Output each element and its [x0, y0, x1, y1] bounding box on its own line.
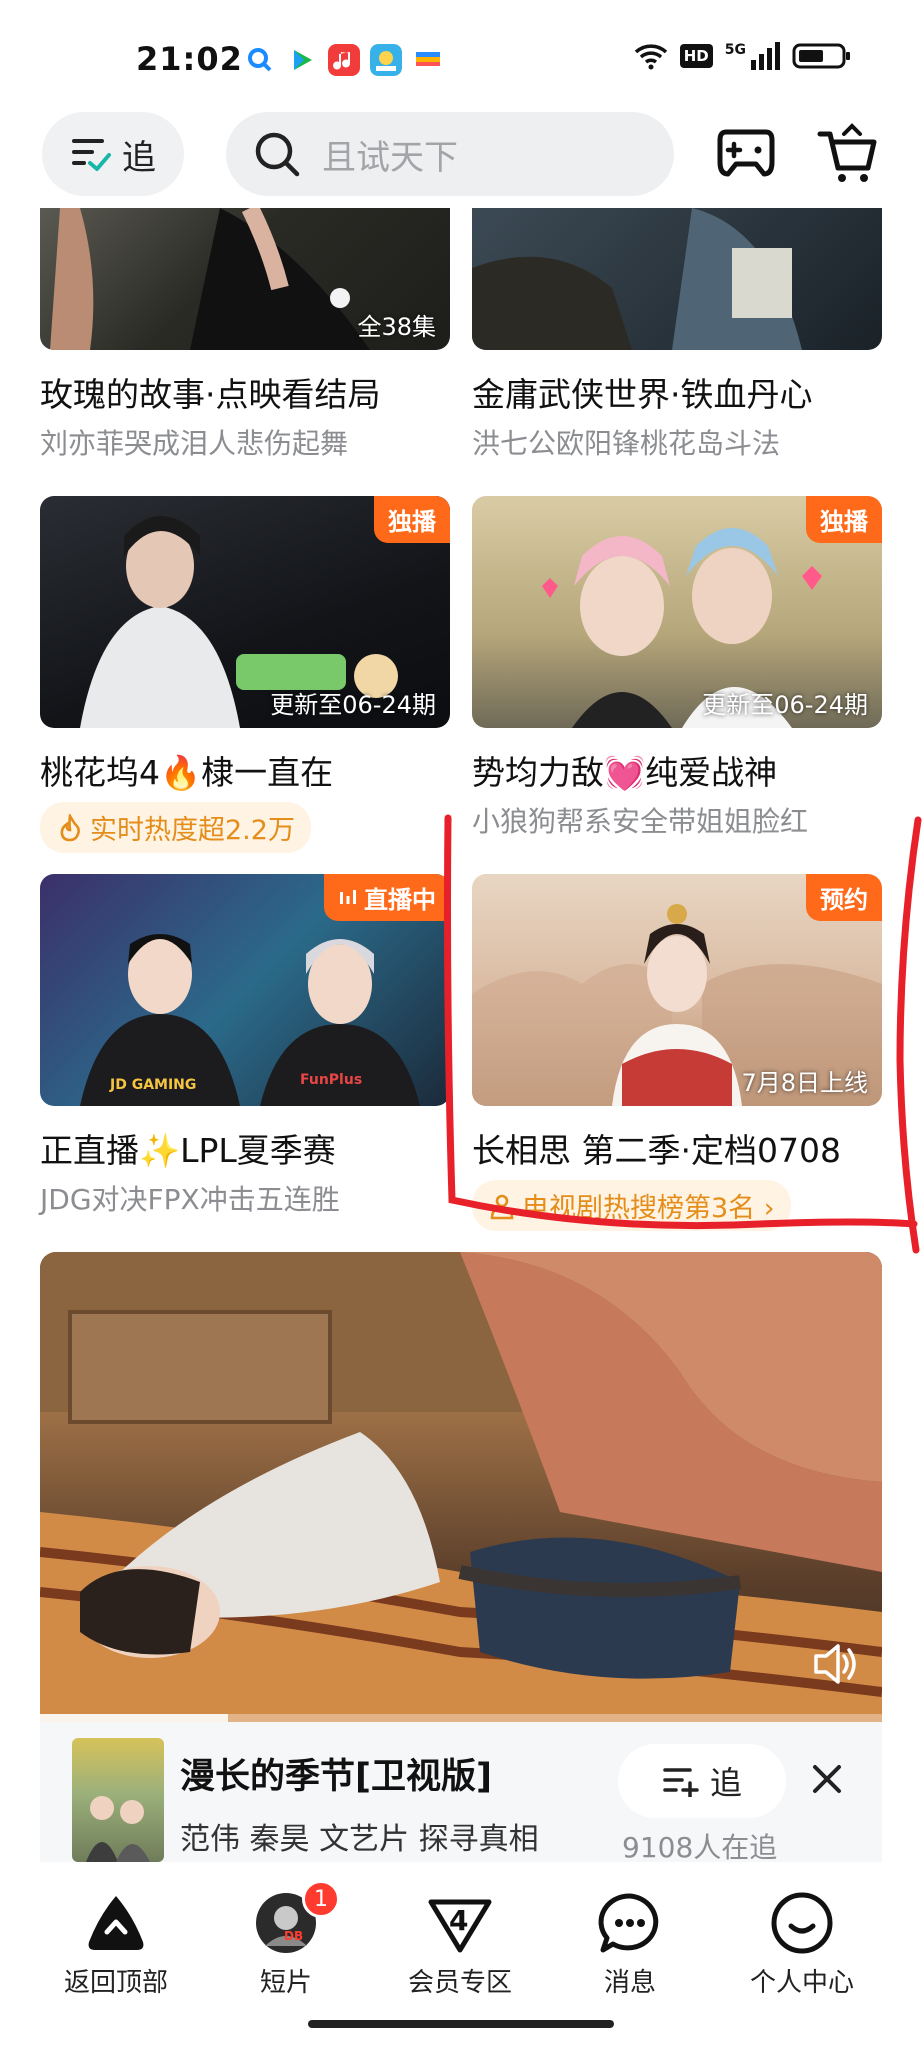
- show-title: 漫长的季节[卫视版]: [180, 1757, 492, 1797]
- follow-show-button[interactable]: 追: [618, 1744, 786, 1818]
- signal-indicator: 5G: [725, 42, 780, 70]
- show-tags: 范伟 秦昊 文艺片 探寻真相: [180, 1822, 539, 1857]
- svg-text:JD GAMING: JD GAMING: [109, 1077, 196, 1093]
- show-poster: [72, 1738, 164, 1862]
- nav-profile[interactable]: 个人中心: [732, 1888, 872, 1999]
- poster-illustration: [86, 1796, 150, 1862]
- video-frame: [40, 1252, 882, 1722]
- hd-indicator: HD: [679, 44, 713, 68]
- shopping-cart-icon[interactable]: [816, 122, 880, 186]
- music-app-icon: [328, 44, 360, 76]
- content-card[interactable]: 全38集 玫瑰的故事·点映看结局 刘亦菲哭成泪人悲伤起舞: [40, 208, 450, 462]
- status-bar: 21:02 HD 5G: [0, 0, 922, 110]
- nav-shorts[interactable]: DB 1 短片: [216, 1880, 356, 1999]
- hot-tag: 实时热度超2.2万: [40, 802, 311, 853]
- card-thumbnail: 独播 更新至06-24期: [472, 496, 882, 728]
- content-card[interactable]: 预约 7月8日上线 长相思 第二季·定档0708 电视剧热搜榜第3名 ›: [472, 874, 882, 1231]
- top-header: 追 且试天下: [0, 108, 922, 208]
- follow-list-button[interactable]: 追: [42, 112, 184, 196]
- battery-icon: [792, 43, 850, 69]
- video-app-icon: [286, 44, 318, 76]
- card-thumbnail: [472, 208, 882, 350]
- gamepad-icon[interactable]: [714, 122, 778, 186]
- profile-icon: [771, 1892, 833, 1954]
- nav-vip[interactable]: 4 会员专区: [390, 1888, 530, 1999]
- nav-label: 会员专区: [407, 1968, 512, 1998]
- ranking-person-icon: [490, 1194, 514, 1219]
- live-badge-text: 直播中: [364, 886, 436, 914]
- network-type: 5G: [724, 42, 746, 58]
- card-title: 正直播✨LPL夏季赛: [40, 1131, 336, 1170]
- content-card[interactable]: 独播 更新至06-24期 桃花坞4🔥棣一直在 实时热度超2.2万: [40, 496, 450, 853]
- follow-show-label: 追: [709, 1764, 742, 1802]
- search-app-icon: [248, 48, 272, 72]
- search-placeholder: 且试天下: [322, 137, 458, 178]
- card-subtitle: 刘亦菲哭成泪人悲伤起舞: [40, 427, 349, 460]
- search-icon: [255, 132, 300, 177]
- live-bars-icon: [340, 889, 356, 904]
- wifi-icon: [634, 44, 667, 70]
- follow-label: 追: [122, 137, 156, 178]
- svg-text:DB: DB: [284, 1929, 303, 1943]
- featured-video[interactable]: [40, 1252, 882, 1722]
- content-card[interactable]: JD GAMING FunPlus 直播中 正直播✨LPL夏季赛 JDG对决FP…: [40, 874, 450, 1218]
- ranking-tag-text: 电视剧热搜榜第3名 ›: [522, 1193, 775, 1224]
- notification-badge: 1: [302, 1880, 340, 1918]
- follow-list-icon: [72, 139, 111, 171]
- game-app-icon: [370, 44, 402, 76]
- status-indicators: HD 5G: [634, 42, 852, 70]
- volume-icon[interactable]: [812, 1642, 860, 1686]
- hot-tag-text: 实时热度超2.2万: [90, 815, 295, 846]
- svg-text:FunPlus: FunPlus: [300, 1072, 362, 1088]
- card-subtitle: 小狼狗帮系安全带姐姐脸红: [472, 805, 809, 838]
- follower-count: 9108人在追: [622, 1831, 778, 1864]
- nav-label: 个人中心: [749, 1968, 854, 1998]
- home-indicator[interactable]: [308, 2020, 614, 2028]
- reserve-badge[interactable]: 预约: [806, 874, 882, 921]
- card-subtitle: JDG对决FPX冲击五连胜: [40, 1183, 340, 1216]
- episode-count: 全38集: [357, 313, 436, 341]
- video-info-bar[interactable]: 漫长的季节[卫视版] 范伟 秦昊 文艺片 探寻真相 追 9108人在追: [40, 1722, 882, 1864]
- ranking-tag[interactable]: 电视剧热搜榜第3名 ›: [472, 1180, 791, 1231]
- card-thumbnail: JD GAMING FunPlus 直播中: [40, 874, 450, 1106]
- add-follow-icon: [663, 1768, 699, 1797]
- live-badge: 直播中: [324, 874, 450, 921]
- update-info: 更新至06-24期: [702, 691, 868, 719]
- flame-icon: [60, 813, 80, 841]
- wallet-app-icon: [416, 52, 440, 66]
- card-thumbnail: 全38集: [40, 208, 450, 350]
- card-thumbnail: 独播 更新至06-24期: [40, 496, 450, 728]
- card-subtitle: 洪七公欧阳锋桃花岛斗法: [472, 427, 781, 460]
- nav-label: 返回顶部: [63, 1968, 168, 1998]
- release-date: 7月8日上线: [741, 1069, 868, 1097]
- nav-label: 短片: [259, 1968, 312, 1998]
- search-input[interactable]: 且试天下: [226, 112, 674, 196]
- thumbnail-illustration: [472, 208, 802, 350]
- close-button[interactable]: [810, 1760, 844, 1806]
- card-title: 长相思 第二季·定档0708: [472, 1131, 841, 1170]
- exclusive-badge: 独播: [374, 496, 450, 543]
- exclusive-badge: 独播: [806, 496, 882, 543]
- nav-messages[interactable]: 消息: [560, 1888, 700, 1999]
- vip-icon: 4: [428, 1899, 492, 1953]
- message-icon: [598, 1893, 659, 1953]
- card-title: 金庸武侠世界·铁血丹心: [472, 375, 813, 414]
- card-title: 势均力敌💓纯爱战神: [472, 753, 778, 792]
- card-title: 玫瑰的故事·点映看结局: [40, 375, 381, 414]
- close-icon: [813, 1765, 841, 1793]
- nav-label: 消息: [603, 1968, 656, 1998]
- content-card[interactable]: 金庸武侠世界·铁血丹心 洪七公欧阳锋桃花岛斗法: [472, 208, 882, 462]
- update-info: 更新至06-24期: [270, 691, 436, 719]
- card-thumbnail: 预约 7月8日上线: [472, 874, 882, 1106]
- status-app-icons: [244, 44, 444, 76]
- svg-text:4: 4: [449, 1904, 468, 1937]
- back-to-top-icon: [88, 1896, 144, 1950]
- nav-back-to-top[interactable]: 返回顶部: [46, 1888, 186, 1999]
- content-card[interactable]: 独播 更新至06-24期 势均力敌💓纯爱战神 小狼狗帮系安全带姐姐脸红: [472, 496, 882, 840]
- card-title: 桃花坞4🔥棣一直在: [40, 753, 334, 792]
- status-time: 21:02: [136, 40, 243, 78]
